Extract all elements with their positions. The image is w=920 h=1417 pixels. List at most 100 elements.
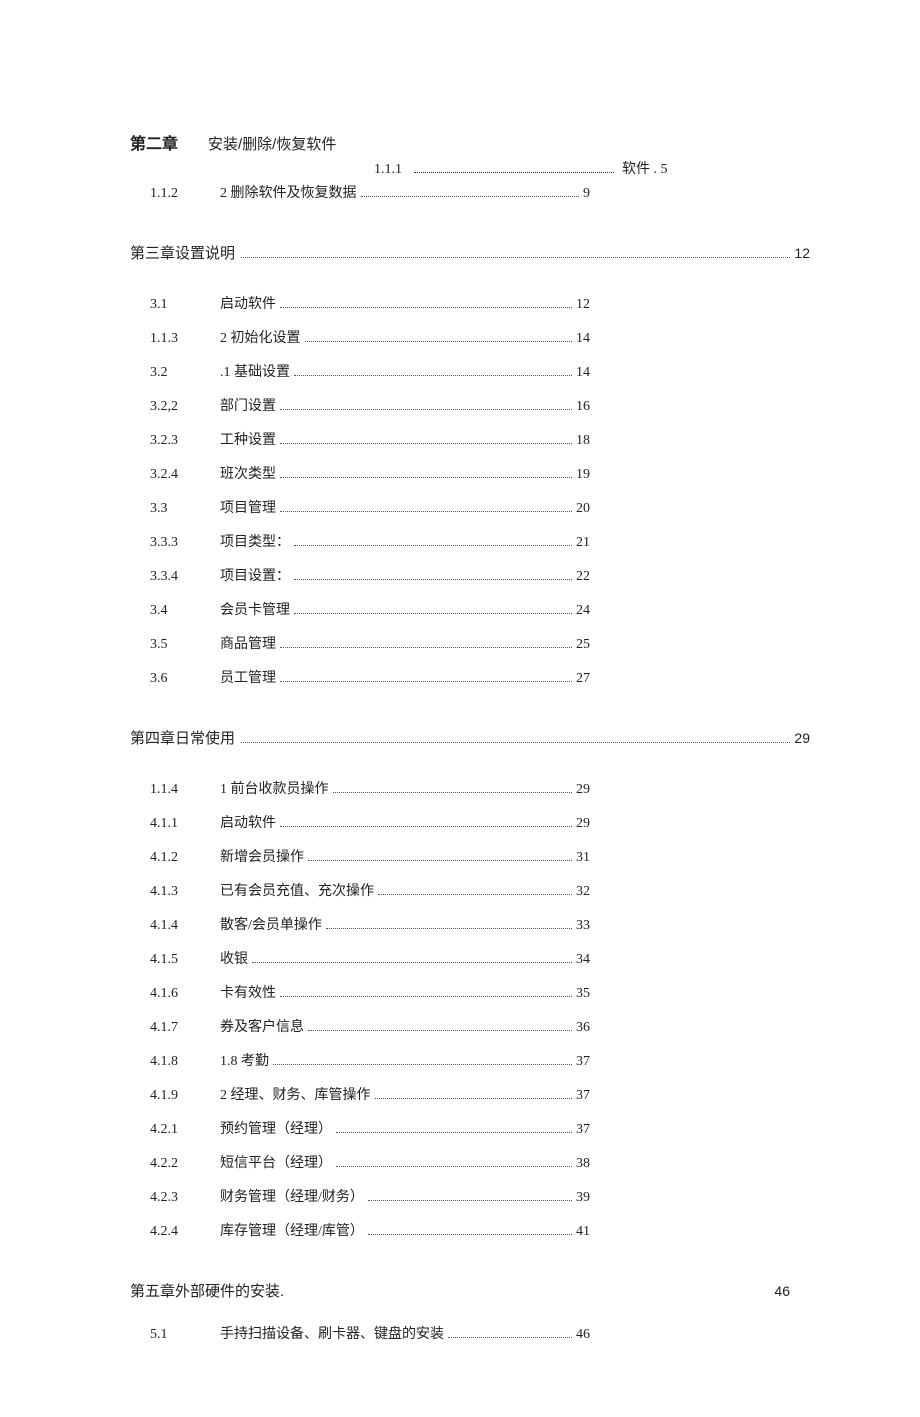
toc-entry: 1.1.32 初始化设置14 bbox=[150, 327, 590, 347]
toc-label: 项目管理 bbox=[220, 497, 276, 517]
toc-page: 27 bbox=[576, 671, 590, 687]
toc-label: 2 初始化设置 bbox=[220, 327, 301, 347]
toc-entry: 1.1.41 前台收款员操作29 bbox=[150, 778, 590, 798]
toc-tail: 软件 . 5 bbox=[622, 158, 668, 178]
toc-label: 新增会员操作 bbox=[220, 846, 304, 866]
toc-label: 卡有效性 bbox=[220, 982, 276, 1002]
chapter5-entries: 5.1手持扫描设备、刷卡器、键盘的安装46 bbox=[130, 1323, 810, 1343]
toc-entry: 3.2.1 基础设置 14 bbox=[150, 361, 590, 381]
toc-entry: 4.1.4散客/会员单操作33 bbox=[150, 914, 590, 934]
toc-label: 财务管理（经理/财务） bbox=[220, 1186, 364, 1206]
toc-entry-1.1.2: 1.1.2 2 删除软件及恢复数据 9 bbox=[150, 182, 590, 202]
toc-entry: 3.3.3项目类型：21 bbox=[150, 531, 590, 551]
chapter5-page: 46 bbox=[774, 1283, 790, 1299]
toc-label: 手持扫描设备、刷卡器、键盘的安装 bbox=[220, 1323, 444, 1343]
toc-dots bbox=[294, 545, 572, 546]
toc-dots bbox=[294, 579, 572, 580]
toc-num: 1.1.2 bbox=[150, 186, 220, 202]
toc-num: 3.3 bbox=[150, 501, 220, 517]
toc-page: 19 bbox=[576, 467, 590, 483]
toc-dots bbox=[308, 1030, 572, 1031]
toc-dots bbox=[280, 647, 572, 648]
toc-label: 员工管理 bbox=[220, 667, 276, 687]
toc-page: 38 bbox=[576, 1156, 590, 1172]
toc-label: 项目设置： bbox=[220, 565, 290, 585]
toc-dots bbox=[280, 443, 572, 444]
toc-num: 4.2.3 bbox=[150, 1190, 220, 1206]
toc-num: 1.1.3 bbox=[150, 331, 220, 347]
toc-page: 20 bbox=[576, 501, 590, 517]
toc-num: 3.5 bbox=[150, 637, 220, 653]
toc-entry: 3.5商品管理 25 bbox=[150, 633, 590, 653]
toc-label: .1 基础设置 bbox=[220, 361, 290, 381]
chapter5-heading: 第五章外部硬件的安装. 46 bbox=[130, 1280, 810, 1301]
toc-label: 商品管理 bbox=[220, 633, 276, 653]
toc-dots bbox=[280, 477, 572, 478]
toc-label: 部门设置 bbox=[220, 395, 276, 415]
toc-page: 32 bbox=[576, 884, 590, 900]
toc-dots bbox=[241, 742, 790, 743]
toc-label: 券及客户信息 bbox=[220, 1016, 304, 1036]
toc-entry: 4.1.2新增会员操作31 bbox=[150, 846, 590, 866]
toc-page: 39 bbox=[576, 1190, 590, 1206]
toc-page: 第二章 安装/删除/恢复软件 1.1.1 软件 . 5 1.1.2 2 删除软件… bbox=[0, 0, 920, 1417]
toc-entry: 4.2.1预约管理（经理）37 bbox=[150, 1118, 590, 1138]
toc-num: 4.1.6 bbox=[150, 986, 220, 1002]
toc-page: 25 bbox=[576, 637, 590, 653]
toc-page: 31 bbox=[576, 850, 590, 866]
chapter4-title: 第四章日常使用 bbox=[130, 727, 235, 748]
toc-num: 3.2 bbox=[150, 365, 220, 381]
toc-entry: 3.4会员卡管理 24 bbox=[150, 599, 590, 619]
toc-dots bbox=[308, 860, 572, 861]
toc-entry: 3.2,2部门设置16 bbox=[150, 395, 590, 415]
toc-page: 29 bbox=[576, 782, 590, 798]
chapter2-title: 安装/删除/恢复软件 bbox=[208, 133, 336, 154]
toc-num: 4.1.9 bbox=[150, 1088, 220, 1104]
toc-page: 29 bbox=[576, 816, 590, 832]
toc-label: 会员卡管理 bbox=[220, 599, 290, 619]
toc-num: 3.2.3 bbox=[150, 433, 220, 449]
toc-label: 散客/会员单操作 bbox=[220, 914, 322, 934]
toc-label: 班次类型 bbox=[220, 463, 276, 483]
toc-num: 3.1 bbox=[150, 297, 220, 313]
toc-label: 预约管理（经理） bbox=[220, 1118, 332, 1138]
toc-dots bbox=[305, 341, 573, 342]
toc-page: 46 bbox=[576, 1327, 590, 1343]
toc-dots bbox=[361, 196, 580, 197]
toc-dots bbox=[273, 1064, 572, 1065]
toc-entry: 4.1.92 经理、财务、库管操作 37 bbox=[150, 1084, 590, 1104]
chapter2-bold: 第二章 bbox=[130, 130, 178, 154]
chapter4-page: 29 bbox=[794, 730, 810, 746]
toc-page: 36 bbox=[576, 1020, 590, 1036]
toc-label: 2 经理、财务、库管操作 bbox=[220, 1084, 371, 1104]
toc-dots bbox=[280, 307, 572, 308]
toc-label: 短信平台（经理） bbox=[220, 1152, 332, 1172]
toc-dots bbox=[280, 409, 572, 410]
toc-num: 4.1.5 bbox=[150, 952, 220, 968]
toc-page: 41 bbox=[576, 1224, 590, 1240]
toc-entry: 3.1启动软件12 bbox=[150, 293, 590, 313]
toc-num: 3.4 bbox=[150, 603, 220, 619]
toc-entry: 4.2.2短信平台（经理）38 bbox=[150, 1152, 590, 1172]
toc-entry: 3.3项目管理 20 bbox=[150, 497, 590, 517]
toc-num: 4.2.1 bbox=[150, 1122, 220, 1138]
toc-entry: 4.1.3已有会员充值、充次操作32 bbox=[150, 880, 590, 900]
toc-page: 21 bbox=[576, 535, 590, 551]
toc-entry: 4.1.6卡有效性35 bbox=[150, 982, 590, 1002]
toc-entry: 4.1.81.8 考勤37 bbox=[150, 1050, 590, 1070]
toc-num: 4.1.4 bbox=[150, 918, 220, 934]
toc-page: 24 bbox=[576, 603, 590, 619]
toc-entry: 3.2.3工种设置18 bbox=[150, 429, 590, 449]
toc-entry: 4.1.1启动软件29 bbox=[150, 812, 590, 832]
toc-dots bbox=[333, 792, 573, 793]
toc-page: 34 bbox=[576, 952, 590, 968]
toc-page: 14 bbox=[576, 365, 590, 381]
toc-entry: 4.2.3财务管理（经理/财务） 39 bbox=[150, 1186, 590, 1206]
toc-entry: 5.1手持扫描设备、刷卡器、键盘的安装46 bbox=[150, 1323, 590, 1343]
toc-page: 37 bbox=[576, 1088, 590, 1104]
toc-entry: 4.1.5收银34 bbox=[150, 948, 590, 968]
toc-label: 1.8 考勤 bbox=[220, 1050, 269, 1070]
toc-entry: 4.1.7券及客户信息36 bbox=[150, 1016, 590, 1036]
toc-dots bbox=[294, 375, 572, 376]
chapter3-entries: 3.1启动软件12 1.1.32 初始化设置14 3.2.1 基础设置 14 3.2,2… bbox=[130, 293, 810, 687]
